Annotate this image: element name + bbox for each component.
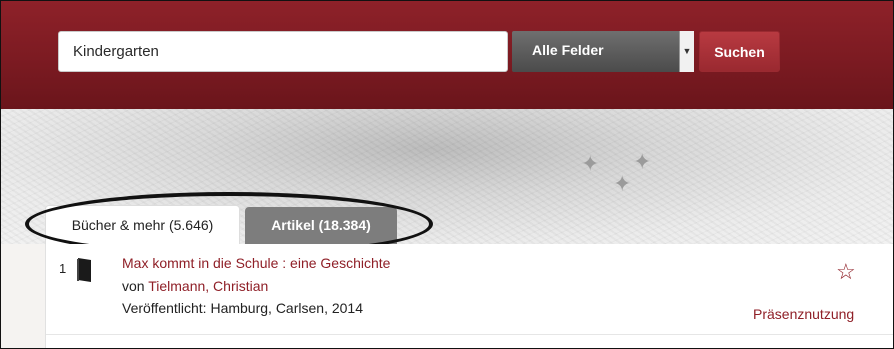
star-decoration-icon: ✦ [633, 149, 652, 174]
availability-status[interactable]: Präsenznutzung [753, 306, 854, 322]
catalog-window: Alle Felder ▼ Suchen ✦ ✦ ✦ Bücher & mehr… [0, 0, 894, 349]
result-title-link[interactable]: Max kommt in die Schule : eine Geschicht… [122, 255, 390, 271]
result-number: 1 [59, 261, 67, 276]
result-published: Veröffentlicht: Hamburg, Carlsen, 2014 [122, 300, 363, 316]
star-decoration-icon: ✦ [613, 171, 632, 196]
tab-articles[interactable]: Artikel (18.384) [245, 207, 397, 244]
result-author-line: von Tielmann, Christian [122, 278, 268, 294]
dropdown-arrow-icon[interactable]: ▼ [679, 31, 694, 72]
search-header: Alle Felder ▼ Suchen [1, 1, 893, 109]
book-icon [75, 257, 93, 288]
divider [46, 334, 893, 335]
field-select-label: Alle Felder [532, 42, 604, 58]
star-decoration-icon: ✦ [581, 151, 600, 176]
tab-books[interactable]: Bücher & mehr (5.646) [45, 205, 240, 244]
author-link[interactable]: Tielmann, Christian [148, 278, 268, 294]
field-select[interactable]: Alle Felder ▼ [512, 31, 694, 72]
result-list: 1 Max kommt in die Schule : eine Geschic… [45, 244, 893, 348]
star-favorite-icon[interactable]: ☆ [836, 259, 856, 285]
search-input[interactable] [58, 31, 508, 72]
author-prefix: von [122, 278, 145, 294]
search-button[interactable]: Suchen [699, 31, 780, 72]
